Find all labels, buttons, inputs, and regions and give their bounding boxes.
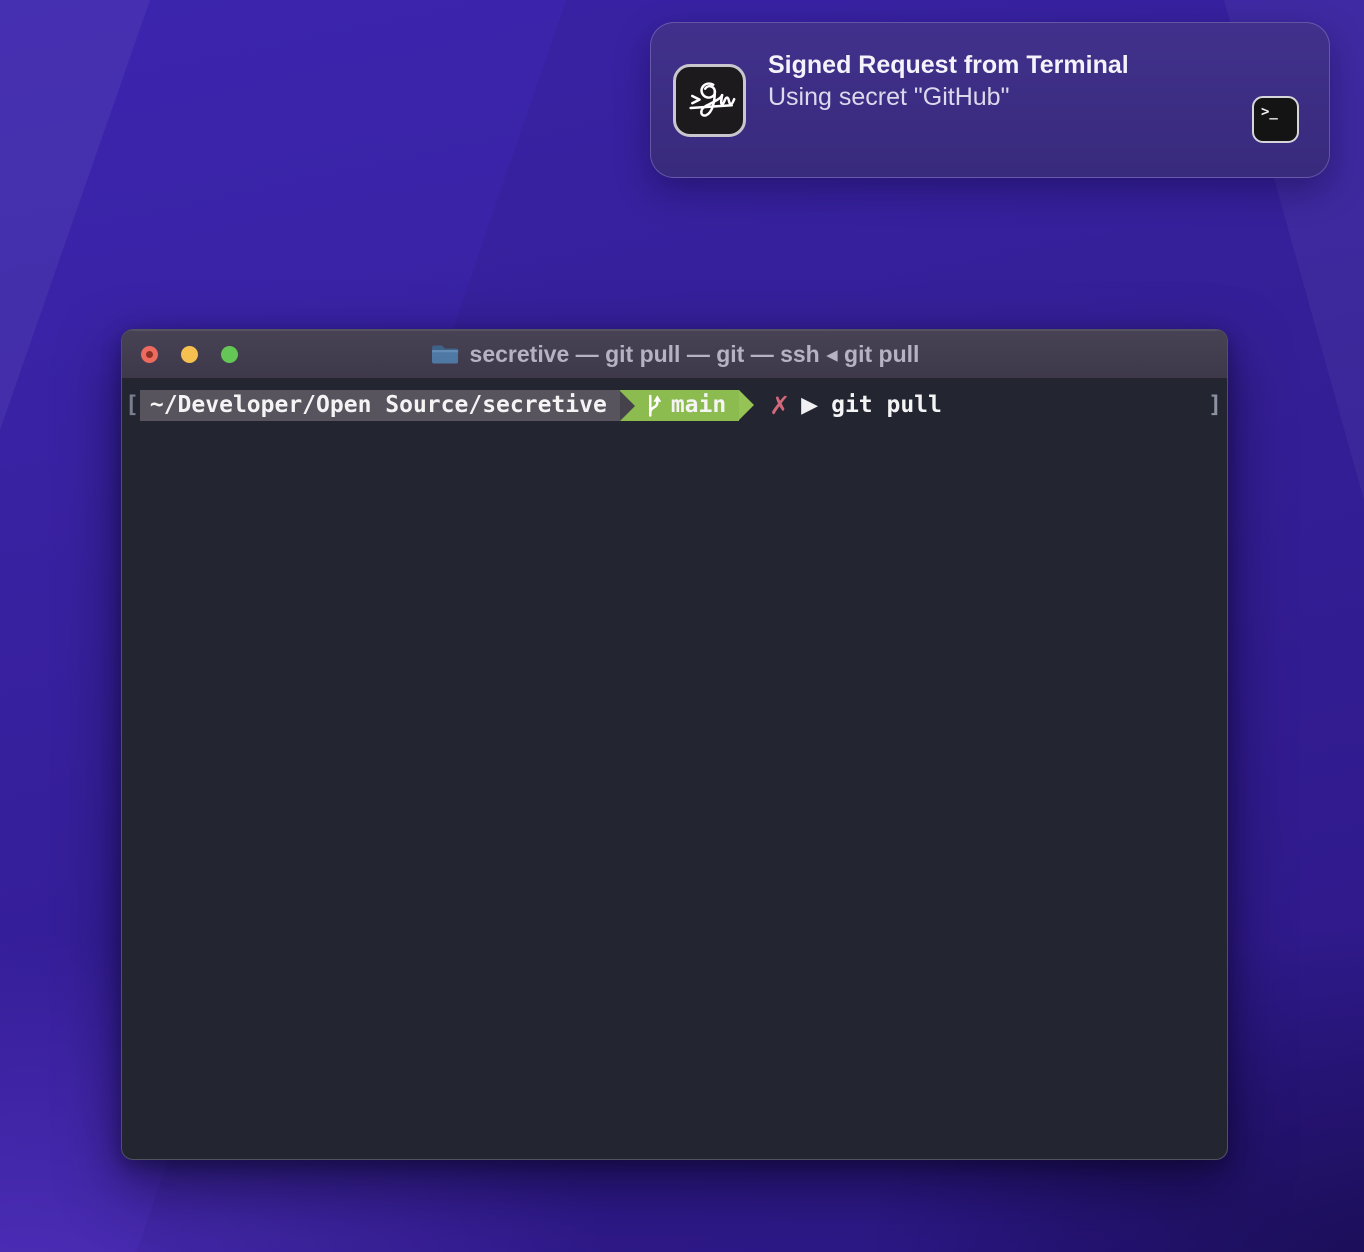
git-branch-icon bbox=[646, 393, 663, 418]
secretive-app-icon bbox=[673, 64, 746, 137]
command-text: git pull bbox=[831, 390, 942, 421]
window-title-group: secretive — git pull — git — ssh ◂ git p… bbox=[430, 341, 920, 368]
desktop: Signed Request from Terminal Using secre… bbox=[0, 0, 1364, 1252]
powerline-arrow-icon bbox=[739, 390, 754, 420]
notification-subtitle: Using secret "GitHub" bbox=[768, 81, 1129, 113]
window-controls bbox=[141, 330, 238, 378]
terminal-body[interactable]: [ ~/Developer/Open Source/secretive main… bbox=[122, 379, 1227, 1160]
prompt-right-bracket: ] bbox=[1205, 390, 1227, 421]
exit-status-x: ✗ bbox=[769, 390, 790, 421]
powerline-separator-icon bbox=[620, 391, 635, 421]
folder-icon bbox=[430, 342, 460, 366]
notification-title: Signed Request from Terminal bbox=[768, 49, 1129, 81]
prompt-line: [ ~/Developer/Open Source/secretive main… bbox=[122, 390, 1227, 421]
branch-label: main bbox=[671, 390, 726, 421]
zoom-button[interactable] bbox=[221, 346, 238, 363]
signature-icon bbox=[681, 71, 739, 129]
prompt-arrow-icon: ▶ bbox=[801, 390, 818, 421]
prompt-left-bracket: [ bbox=[122, 390, 140, 421]
minimize-button[interactable] bbox=[181, 346, 198, 363]
branch-segment: main bbox=[620, 390, 739, 421]
window-title: secretive — git pull — git — ssh ◂ git p… bbox=[470, 341, 920, 368]
titlebar[interactable]: secretive — git pull — git — ssh ◂ git p… bbox=[122, 330, 1227, 379]
close-button[interactable] bbox=[141, 346, 158, 363]
path-segment: ~/Developer/Open Source/secretive bbox=[140, 390, 620, 421]
terminal-window: secretive — git pull — git — ssh ◂ git p… bbox=[121, 329, 1228, 1160]
terminal-icon: >_ bbox=[1252, 96, 1299, 143]
notification-banner[interactable]: Signed Request from Terminal Using secre… bbox=[650, 22, 1330, 178]
